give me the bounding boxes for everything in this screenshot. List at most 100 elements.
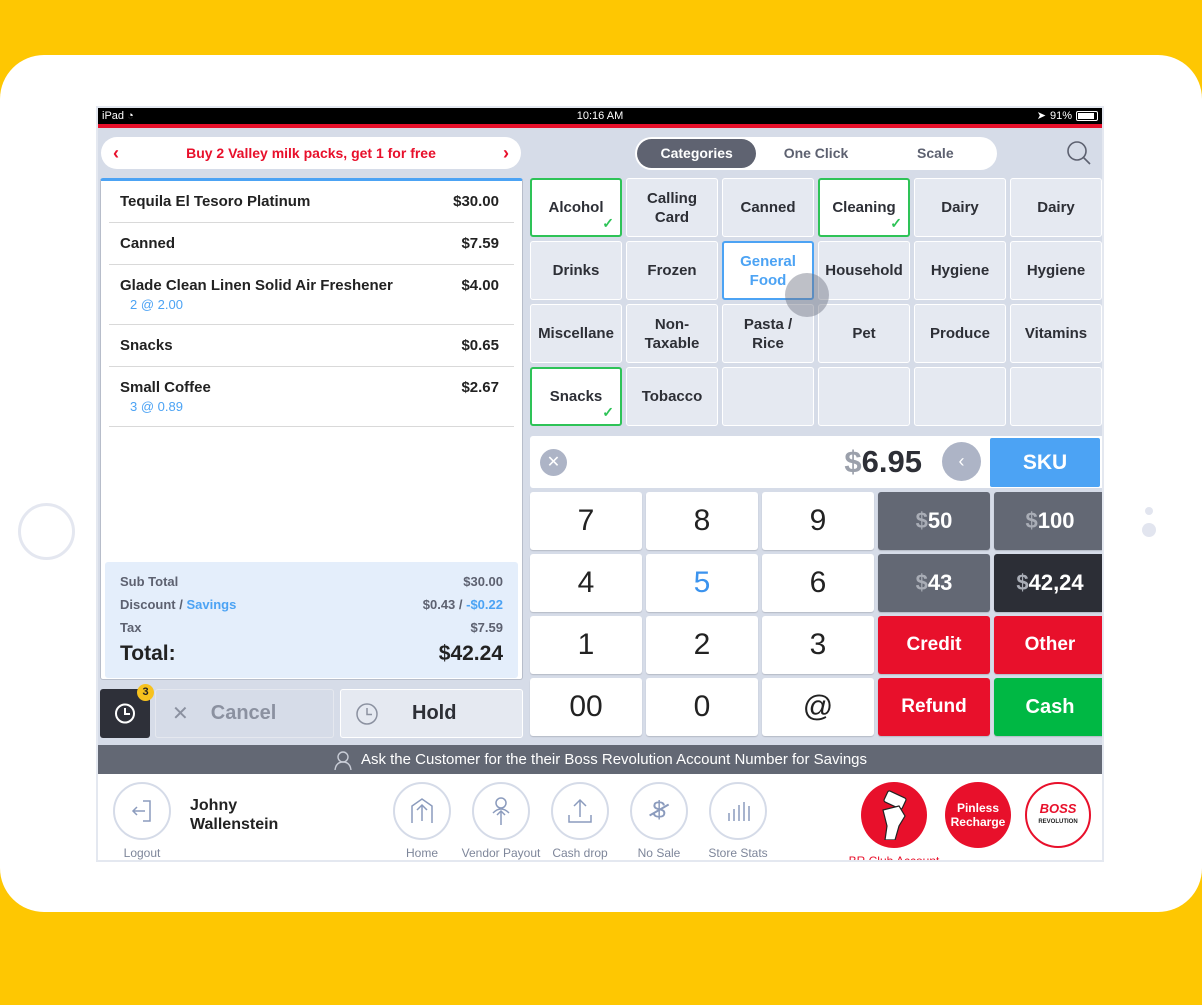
key-00[interactable]: 00 (530, 678, 642, 736)
category-frozen[interactable]: Frozen (626, 241, 718, 300)
key-label: 4 (577, 566, 595, 599)
key-quick-cash-42-24[interactable]: $42,24 (994, 554, 1102, 612)
key-label: Other (1024, 634, 1076, 655)
item-name: Tequila El Tesoro Platinum (120, 193, 311, 210)
key-credit[interactable]: Credit (878, 616, 990, 674)
category-label: Pet (852, 325, 876, 342)
category-label: Miscellane (538, 325, 614, 342)
banner-text: Ask the Customer for the their Boss Revo… (360, 751, 868, 768)
boss-revolution-button[interactable]: BOSS REVOLUTION (1018, 782, 1098, 848)
key-label: 9 (809, 504, 827, 537)
cart-line-item[interactable]: Tequila El Tesoro Platinum $30.00 (109, 181, 514, 223)
search-icon[interactable] (1066, 140, 1092, 166)
home-hardware-button[interactable] (18, 503, 75, 560)
cash-drop-button[interactable]: Cash drop (540, 782, 620, 860)
key-7[interactable]: 7 (530, 492, 642, 550)
br-club-account-button[interactable]: BR Club Account (840, 782, 948, 860)
key-2[interactable]: 2 (646, 616, 758, 674)
pinless-line2: Recharge (950, 815, 1006, 829)
key-8[interactable]: 8 (646, 492, 758, 550)
key-at[interactable]: @ (762, 678, 874, 736)
key-4[interactable]: 4 (530, 554, 642, 612)
key-1[interactable]: 1 (530, 616, 642, 674)
key-0[interactable]: 0 (646, 678, 758, 736)
item-name: Snacks (120, 337, 173, 354)
cart-line-item[interactable]: Snacks $0.65 (109, 325, 514, 367)
no-sale-button[interactable]: $ No Sale (619, 782, 699, 860)
category-label: Snacks (549, 388, 603, 405)
cart-line-item[interactable]: Glade Clean Linen Solid Air Freshener $4… (109, 265, 514, 325)
category-label: Produce (929, 325, 990, 342)
category-cleaning[interactable]: Cleaning ✓ (818, 178, 910, 237)
key-quick-cash-43[interactable]: $43 (878, 554, 990, 612)
backspace-button[interactable]: ‹ (942, 442, 981, 481)
key-quick-cash-50[interactable]: $50 (878, 492, 990, 550)
home-button[interactable]: Home (382, 782, 462, 860)
category-calling-card[interactable]: Calling Card (626, 178, 718, 237)
amount-display: $6.95 (844, 444, 922, 480)
category-hygiene[interactable]: Hygiene (914, 241, 1006, 300)
cart-items: Tequila El Tesoro Platinum $30.00 Canned … (101, 181, 522, 427)
key-refund[interactable]: Refund (878, 678, 990, 736)
category-produce[interactable]: Produce (914, 304, 1006, 363)
category-miscellane[interactable]: Miscellane (530, 304, 622, 363)
hold-button[interactable]: Hold (340, 689, 523, 738)
pos-screen: iPad ◔ 10:16 AM ➤ 91% ‹ Buy 2 Valley mil… (96, 106, 1104, 862)
vendor-payout-icon (492, 797, 510, 825)
category-alcohol[interactable]: Alcohol ✓ (530, 178, 622, 237)
category-drinks[interactable]: Drinks (530, 241, 622, 300)
check-icon: ✓ (890, 215, 902, 231)
category-household[interactable]: Household (818, 241, 910, 300)
cancel-button[interactable]: ✕ Cancel (155, 689, 334, 738)
tab-categories[interactable]: Categories (637, 139, 757, 168)
cart-line-item[interactable]: Small Coffee $2.67 3 @ 0.89 (109, 367, 514, 427)
key-cash[interactable]: Cash (994, 678, 1102, 736)
category-empty-slot[interactable] (818, 367, 910, 426)
category-label: Drinks (552, 262, 600, 279)
cart-line-item[interactable]: Canned $7.59 (109, 223, 514, 265)
key-9[interactable]: 9 (762, 492, 874, 550)
hold-bar: 3 ✕ Cancel Hold (100, 684, 523, 739)
category-hygiene[interactable]: Hygiene (1010, 241, 1102, 300)
category-vitamins[interactable]: Vitamins (1010, 304, 1102, 363)
category-pet[interactable]: Pet (818, 304, 910, 363)
pinless-recharge-button[interactable]: Pinless Recharge (938, 782, 1018, 848)
chevron-left-icon[interactable]: ‹ (113, 143, 119, 164)
category-label: Calling Card (646, 189, 697, 226)
category-dairy[interactable]: Dairy (914, 178, 1006, 237)
key-5[interactable]: 5 (646, 554, 758, 612)
logout-button[interactable]: Logout (102, 782, 182, 860)
key-6[interactable]: 6 (762, 554, 874, 612)
tab-scale[interactable]: Scale (876, 139, 995, 168)
category-snacks[interactable]: Snacks ✓ (530, 367, 622, 426)
key-label: 1 (577, 628, 595, 661)
sku-button[interactable]: SKU (990, 438, 1100, 487)
vendor-payout-button[interactable]: Vendor Payout (461, 782, 541, 860)
category-label: Household (825, 262, 903, 279)
key-other[interactable]: Other (994, 616, 1102, 674)
key-label: 7 (577, 504, 595, 537)
store-stats-button[interactable]: Store Stats (698, 782, 778, 860)
chevron-right-icon[interactable]: › (503, 143, 509, 164)
currency-symbol: $ (1016, 570, 1029, 595)
held-orders-button[interactable]: 3 (100, 684, 154, 738)
logout-icon (131, 800, 151, 822)
category-empty-slot[interactable] (1010, 367, 1102, 426)
key-label: 0 (693, 690, 711, 723)
category-non-taxable[interactable]: Non-Taxable (626, 304, 718, 363)
category-dairy[interactable]: Dairy (1010, 178, 1102, 237)
key-quick-cash-100[interactable]: $100 (994, 492, 1102, 550)
revolution-logo-text: REVOLUTION (1038, 818, 1078, 825)
category-canned[interactable]: Canned (722, 178, 814, 237)
clear-entry-button[interactable]: ✕ (540, 449, 567, 476)
tax-label: Tax (120, 620, 142, 635)
home-icon (411, 798, 433, 823)
category-label: Hygiene (1026, 262, 1086, 279)
key-label: 3 (809, 628, 827, 661)
key-3[interactable]: 3 (762, 616, 874, 674)
tab-one-click[interactable]: One Click (756, 139, 875, 168)
item-name: Small Coffee (120, 379, 211, 396)
category-empty-slot[interactable] (722, 367, 814, 426)
category-tobacco[interactable]: Tobacco (626, 367, 718, 426)
category-empty-slot[interactable] (914, 367, 1006, 426)
